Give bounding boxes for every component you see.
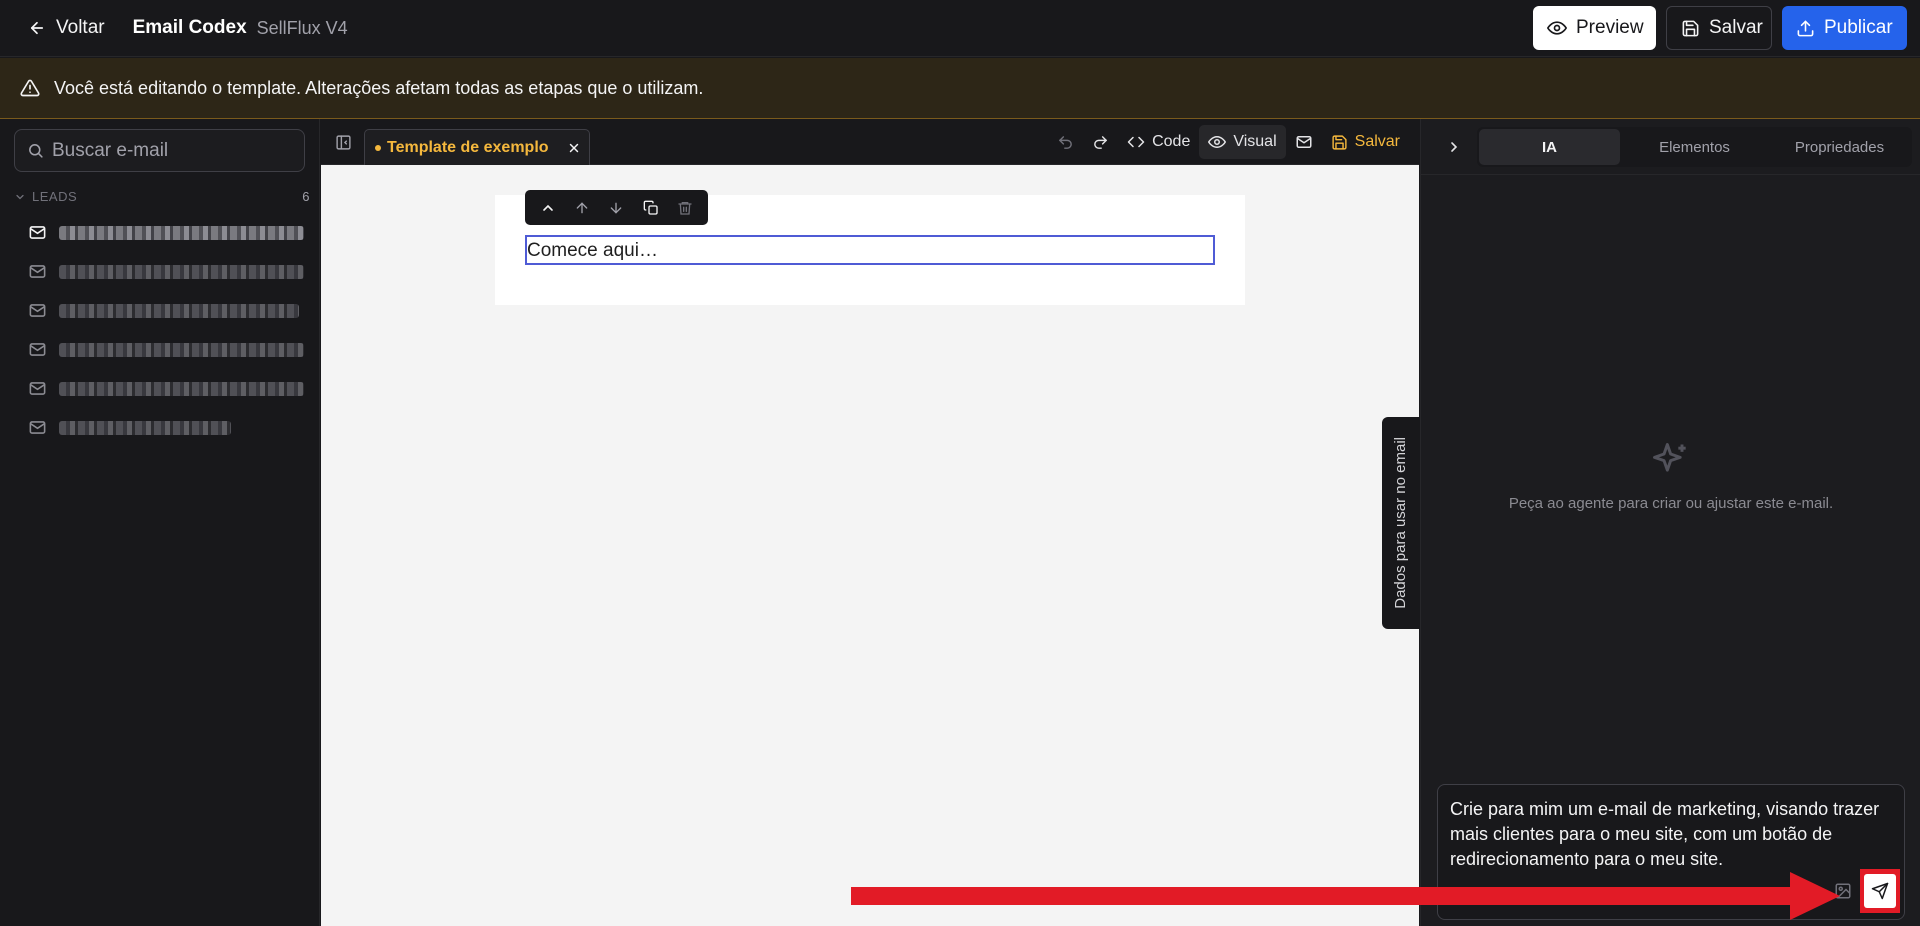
tab-elementos[interactable]: Elementos	[1624, 129, 1765, 165]
chevron-right-icon[interactable]	[1446, 139, 1462, 155]
editor-tools: Code Visual Salvar	[1048, 125, 1419, 159]
back-button[interactable]: Voltar	[28, 17, 105, 39]
warning-icon	[20, 78, 40, 98]
list-item[interactable]	[0, 252, 320, 291]
code-view-button[interactable]: Code	[1118, 125, 1199, 159]
tab-propriedades[interactable]: Propriedades	[1769, 129, 1910, 165]
publish-button[interactable]: Publicar	[1782, 6, 1907, 50]
blurred-label	[59, 264, 304, 279]
visual-view-button[interactable]: Visual	[1199, 125, 1286, 159]
editor-save-label: Salvar	[1354, 133, 1400, 150]
close-icon[interactable]	[567, 141, 581, 155]
blurred-label	[59, 420, 231, 435]
send-test-email-button[interactable]	[1286, 125, 1322, 159]
tab-label: Template de exemplo	[387, 138, 549, 156]
panel-tabs: IA Elementos Propriedades	[1477, 127, 1912, 167]
email-list	[0, 213, 320, 447]
chevron-up-icon[interactable]	[540, 200, 556, 216]
upload-icon	[1796, 19, 1815, 38]
code-icon	[1127, 133, 1145, 151]
undo-icon	[1057, 134, 1074, 151]
assistant-panel: IA Elementos Propriedades Peça ao agente…	[1420, 119, 1920, 926]
move-down-icon[interactable]	[608, 200, 624, 216]
redo-button[interactable]	[1083, 125, 1118, 159]
email-canvas: Comece aqui…	[321, 165, 1419, 926]
empty-state: Peça ao agente para criar ou ajustar est…	[1421, 439, 1920, 512]
tab-ia[interactable]: IA	[1479, 129, 1620, 165]
tab-template[interactable]: Template de exemplo	[364, 129, 590, 165]
redo-icon	[1092, 134, 1109, 151]
mail-icon	[28, 418, 47, 437]
data-variables-label: Dados para usar no email	[1392, 437, 1409, 609]
data-variables-tab[interactable]: Dados para usar no email	[1382, 417, 1419, 629]
send-highlight	[1860, 869, 1900, 913]
eye-icon	[1547, 18, 1567, 38]
save-icon	[1681, 19, 1700, 38]
block-toolbar	[525, 190, 708, 225]
panel-header: IA Elementos Propriedades	[1421, 119, 1920, 175]
search-icon	[27, 142, 44, 159]
mail-icon	[1295, 133, 1313, 151]
list-item[interactable]	[0, 213, 320, 252]
send-button[interactable]	[1864, 874, 1896, 908]
preview-label: Preview	[1576, 17, 1644, 38]
chevron-down-icon	[14, 191, 26, 203]
mail-icon	[28, 223, 47, 242]
save-label: Salvar	[1709, 17, 1763, 38]
search-input[interactable]	[52, 139, 292, 162]
annotation-arrow-head	[1790, 872, 1840, 920]
list-item[interactable]	[0, 291, 320, 330]
text-block-input[interactable]: Comece aqui…	[525, 235, 1215, 265]
leads-group-header[interactable]: LEADS 6	[14, 189, 310, 204]
group-label: LEADS	[32, 189, 78, 204]
move-up-icon[interactable]	[574, 200, 590, 216]
visual-label: Visual	[1233, 133, 1277, 150]
duplicate-icon[interactable]	[643, 200, 659, 216]
empty-message: Peça ao agente para criar ou ajustar est…	[1508, 495, 1834, 512]
save-icon	[1331, 134, 1348, 151]
annotation-arrow-line	[851, 887, 1801, 905]
chat-input[interactable]: Crie para mim um e-mail de marketing, vi…	[1450, 797, 1880, 872]
mail-icon	[28, 340, 47, 359]
blurred-label	[59, 303, 299, 318]
sidebar-toggle-icon[interactable]	[335, 134, 352, 151]
list-item[interactable]	[0, 330, 320, 369]
list-item[interactable]	[0, 408, 320, 447]
sparkles-icon	[1649, 439, 1693, 483]
mail-icon	[28, 262, 47, 281]
unsaved-dot	[375, 144, 381, 151]
app-title: Email Codex	[132, 17, 247, 38]
search-box	[14, 129, 305, 172]
back-label: Voltar	[56, 17, 105, 38]
top-actions: Preview Salvar Publicar	[1533, 6, 1907, 50]
save-button[interactable]: Salvar	[1666, 6, 1772, 50]
editor-toolbar: Template de exemplo Code Visual Salvar	[321, 119, 1419, 165]
eye-icon	[1208, 133, 1227, 151]
app-subtitle: SellFlux V4	[256, 17, 348, 38]
trash-icon[interactable]	[677, 200, 693, 216]
blurred-label	[59, 225, 304, 240]
preview-button[interactable]: Preview	[1533, 6, 1656, 50]
mail-icon	[28, 301, 47, 320]
warning-message: Você está editando o template. Alteraçõe…	[54, 77, 704, 98]
editor-save-button[interactable]: Salvar	[1322, 125, 1409, 159]
publish-label: Publicar	[1824, 17, 1893, 38]
warning-banner: Você está editando o template. Alteraçõe…	[0, 58, 1920, 119]
code-label: Code	[1152, 133, 1191, 150]
list-item[interactable]	[0, 369, 320, 408]
arrow-left-icon	[28, 19, 46, 37]
mail-icon	[28, 379, 47, 398]
undo-button[interactable]	[1048, 125, 1083, 159]
send-icon	[1871, 882, 1889, 900]
group-count: 6	[302, 189, 310, 204]
email-sidebar: LEADS 6	[0, 119, 320, 926]
top-bar: Voltar Email Codex SellFlux V4 Preview S…	[0, 0, 1920, 57]
blurred-label	[59, 342, 304, 357]
blurred-label	[59, 381, 304, 396]
